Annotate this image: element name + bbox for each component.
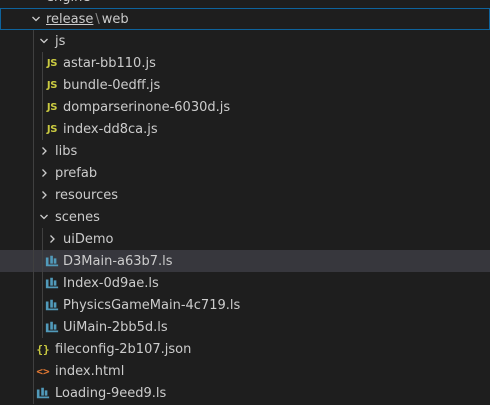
tree-item-file[interactable]: JS domparserinone-6030d.js <box>0 96 490 118</box>
tree-item-file[interactable]: JS index-dd8ca.js <box>0 118 490 140</box>
tree-item-label: scenes <box>55 209 100 225</box>
indent-guide <box>33 96 34 118</box>
ls-file-icon <box>35 382 51 404</box>
tree-item-file-selected[interactable]: D3Main-a63b7.ls <box>0 250 490 272</box>
tree-item-file[interactable]: Loading-9eed9.ls <box>0 382 490 404</box>
tree-item-label: prefab <box>55 165 98 181</box>
indent-guide <box>33 140 34 162</box>
tree-item-file[interactable]: Index-0d9ae.ls <box>0 272 490 294</box>
folder-segment-web[interactable]: web <box>102 12 129 27</box>
indent-guide <box>33 272 34 294</box>
tree-item-uidemo-folder[interactable]: uiDemo <box>0 228 490 250</box>
indent-guide <box>42 96 43 118</box>
tree-item-label: libs <box>55 143 78 159</box>
file-explorer-tree: engine release\web js JS astar-bb110.js … <box>0 0 490 405</box>
indent-guide <box>33 184 34 206</box>
javascript-file-icon: JS <box>46 101 58 113</box>
indent-guide <box>33 228 34 250</box>
tree-item-label: UiMain-2bb5d.ls <box>63 319 168 335</box>
indent-guide <box>33 206 34 228</box>
indent-guide <box>33 294 34 316</box>
indent-guide <box>42 316 43 338</box>
tree-item-scenes-folder[interactable]: scenes <box>0 206 490 228</box>
indent-guide <box>42 74 43 96</box>
indent-guide <box>42 52 43 74</box>
javascript-file-icon: JS <box>46 123 58 135</box>
tree-item-release-web[interactable]: release \ web <box>0 8 490 30</box>
ls-file-icon <box>44 316 60 338</box>
indent-guide <box>33 360 34 382</box>
tree-item-label: uiDemo <box>63 231 114 247</box>
folder-segment-release[interactable]: release <box>46 12 93 27</box>
tree-item-file[interactable]: PhysicsGameMain-4c719.ls <box>0 294 490 316</box>
indent-guide <box>42 250 43 272</box>
chevron-right-icon <box>44 228 60 250</box>
tree-item-label: index-dd8ca.js <box>63 121 158 137</box>
tree-item-file[interactable]: UiMain-2bb5d.ls <box>0 316 490 338</box>
indent-guide <box>33 118 34 140</box>
tree-item-file[interactable]: JS bundle-0edff.js <box>0 74 490 96</box>
indent-guide <box>33 316 34 338</box>
chevron-right-icon <box>36 162 52 184</box>
tree-item-label: engine <box>46 0 90 5</box>
tree-item-label: bundle-0edff.js <box>63 77 161 93</box>
javascript-file-icon: JS <box>46 79 58 91</box>
ls-file-icon <box>44 250 60 272</box>
tree-item-label: astar-bb110.js <box>63 55 156 71</box>
chevron-down-icon <box>36 30 52 52</box>
indent-guide <box>33 338 34 360</box>
indent-guide <box>42 272 43 294</box>
indent-guide <box>33 30 34 52</box>
ls-file-icon <box>44 272 60 294</box>
tree-item-file[interactable]: JS astar-bb110.js <box>0 52 490 74</box>
html-file-icon: <> <box>36 364 50 378</box>
tree-item-label: Index-0d9ae.ls <box>63 275 159 291</box>
chevron-right-icon <box>36 184 52 206</box>
chevron-right-icon <box>36 140 52 162</box>
indent-guide <box>33 74 34 96</box>
path-separator: \ <box>95 11 100 27</box>
indent-guide <box>33 162 34 184</box>
indent-guide <box>33 52 34 74</box>
tree-item-label: PhysicsGameMain-4c719.ls <box>63 297 241 313</box>
ls-file-icon <box>44 294 60 316</box>
indent-guide <box>42 294 43 316</box>
tree-item-label: js <box>55 33 66 49</box>
tree-item-file[interactable]: {} fileconfig-2b107.json <box>0 338 490 360</box>
tree-item-file[interactable]: <> index.html <box>0 360 490 382</box>
chevron-down-icon <box>36 206 52 228</box>
indent-guide <box>42 118 43 140</box>
tree-item-label: Loading-9eed9.ls <box>55 385 167 401</box>
tree-item-label: domparserinone-6030d.js <box>63 99 231 115</box>
json-file-icon: {} <box>36 342 50 356</box>
indent-guide <box>33 250 34 272</box>
compact-folder-label: release \ web <box>46 12 129 27</box>
javascript-file-icon: JS <box>46 57 58 69</box>
tree-item-engine[interactable]: engine <box>0 0 490 8</box>
indent-guide <box>33 382 34 404</box>
tree-item-label: fileconfig-2b107.json <box>55 341 192 357</box>
tree-item-js-folder[interactable]: js <box>0 30 490 52</box>
tree-item-label: D3Main-a63b7.ls <box>63 253 173 269</box>
indent-guide <box>42 228 43 250</box>
tree-item-libs-folder[interactable]: libs <box>0 140 490 162</box>
tree-item-label: resources <box>55 187 119 203</box>
chevron-down-icon <box>28 8 44 30</box>
tree-item-resources-folder[interactable]: resources <box>0 184 490 206</box>
tree-item-label: index.html <box>55 363 125 379</box>
chevron-down-icon <box>28 0 44 8</box>
tree-item-prefab-folder[interactable]: prefab <box>0 162 490 184</box>
